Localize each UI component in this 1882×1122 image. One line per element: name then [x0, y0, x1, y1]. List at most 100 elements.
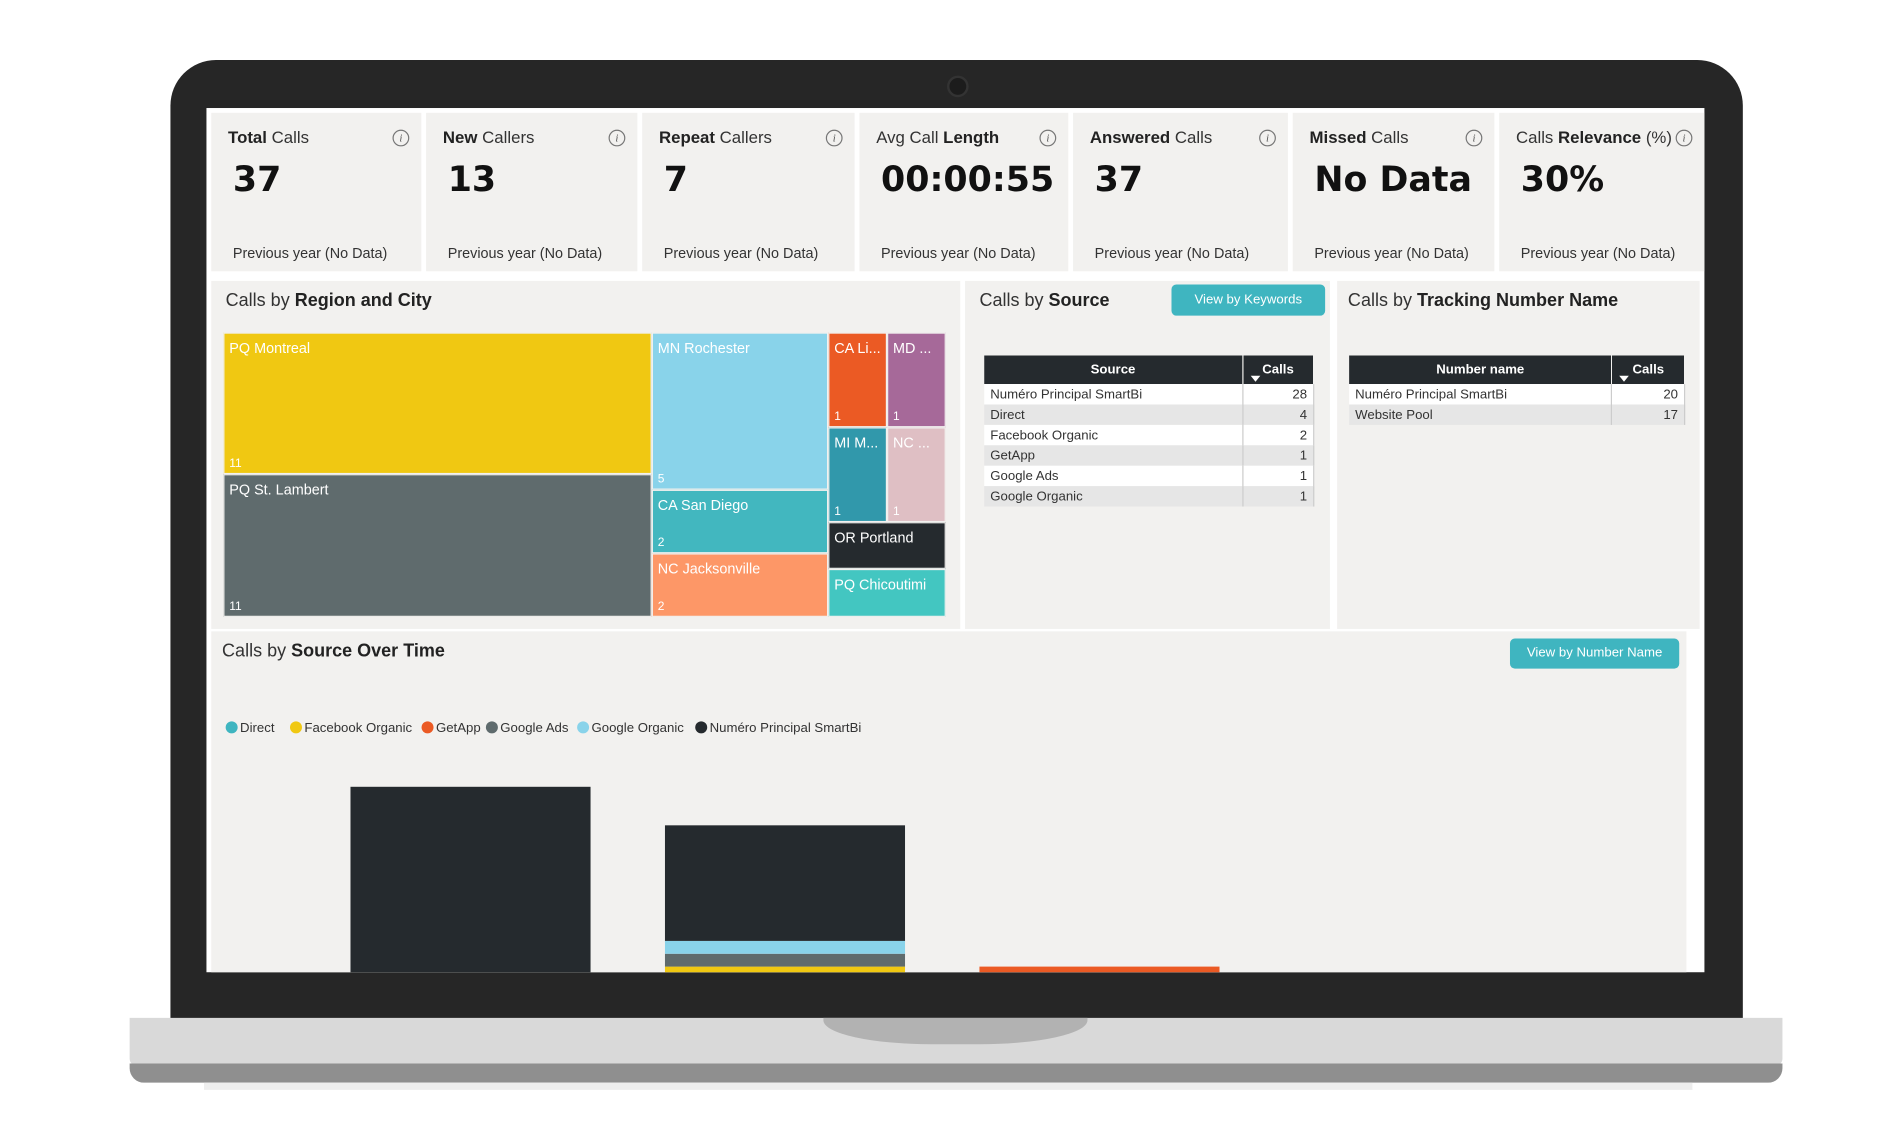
info-icon[interactable]: i [1039, 129, 1057, 147]
source-panel-title: Calls by Source [979, 290, 1110, 311]
kpi-title: Repeat Callers [658, 127, 772, 147]
legend-label: Google Organic [592, 720, 685, 735]
table-cell-calls: 1 [1242, 445, 1315, 466]
kpi-value: 7 [663, 158, 688, 200]
treemap-cell-label: OR Portland [834, 529, 914, 547]
legend-item[interactable]: Numéro Principal SmartBi [695, 720, 861, 735]
column-header[interactable]: Calls [1242, 355, 1315, 385]
info-icon[interactable]: i [608, 129, 626, 147]
treemap-cell-count: 2 [657, 536, 665, 550]
table-cell-calls: 17 [1611, 404, 1686, 425]
treemap-cell[interactable]: PQ Montreal 11 [223, 332, 652, 475]
source-over-time-chart: Direct Facebook Organic GetApp Google Ads Go… [225, 720, 1220, 973]
treemap-cell[interactable]: CA San Diego 2 [651, 489, 829, 554]
source-table: Source Calls Numéro Principal SmartBi 28 … [984, 355, 1315, 507]
kpi-previous-year: Previous year (No Data) [1314, 244, 1469, 262]
treemap-cell-label: CA San Diego [657, 496, 749, 514]
bar-segment[interactable] [664, 953, 906, 967]
bar-segment[interactable] [979, 966, 1220, 973]
legend-item[interactable]: Google Ads [485, 720, 569, 735]
legend-dot [421, 721, 434, 734]
table-row[interactable]: Facebook Organic 2 [984, 424, 1315, 446]
treemap-cell-count: 2 [657, 600, 665, 614]
info-icon[interactable]: i [825, 129, 843, 147]
column-header[interactable]: Source [984, 355, 1243, 385]
bar-segment[interactable] [350, 786, 591, 973]
table-header-row: Source Calls [984, 355, 1315, 385]
treemap-cell-count: 1 [893, 505, 900, 519]
info-icon[interactable]: i [1675, 129, 1693, 147]
treemap-cell[interactable]: CA Li... 1 [828, 332, 888, 428]
info-icon[interactable]: i [1259, 129, 1276, 147]
treemap-cell[interactable]: OR Portland [828, 522, 946, 569]
legend-label: Direct [240, 720, 275, 735]
kpi-title: Calls Relevance (%) [1515, 127, 1672, 147]
table-row[interactable]: Google Ads 1 [984, 465, 1315, 487]
kpi-value: 37 [232, 158, 282, 200]
treemap-cell-count: 11 [229, 600, 242, 614]
treemap-cell[interactable]: MI M... 1 [828, 427, 888, 523]
info-icon[interactable]: i [1465, 129, 1483, 147]
column-header[interactable]: Calls [1611, 355, 1686, 385]
table-row[interactable]: Direct 4 [984, 404, 1315, 425]
kpi-title: Avg Call Length [876, 127, 1000, 147]
treemap-cell-label: PQ St. Lambert [229, 481, 329, 499]
legend-dot [289, 721, 302, 734]
bar-segment[interactable] [664, 940, 906, 954]
legend-dot [695, 721, 708, 734]
kpi-value: 13 [447, 158, 497, 200]
table-cell-name: Direct [984, 404, 1243, 425]
column-header[interactable]: Number name [1349, 355, 1613, 385]
treemap-cell-label: NC ... [893, 434, 930, 452]
kpi-value: 37 [1094, 158, 1144, 200]
kpi-card: Missed Calls i No Data Previous year (No… [1292, 112, 1495, 272]
legend-item[interactable]: GetApp [421, 720, 481, 735]
tracking-panel-title: Calls by Tracking Number Name [1347, 290, 1619, 311]
treemap-cell-count: 1 [893, 410, 900, 424]
source-over-time-panel: Calls by Source Over Time View by Number… [211, 631, 1687, 973]
info-icon[interactable]: i [392, 129, 410, 147]
table-row[interactable]: Numéro Principal SmartBi 20 [1349, 384, 1686, 405]
bar-segment[interactable] [664, 966, 906, 973]
source-panel: Calls by Source View by Keywords Source C… [965, 280, 1330, 629]
table-cell-name: Google Organic [984, 486, 1243, 507]
legend-item[interactable]: Facebook Organic [289, 720, 413, 735]
treemap-cell[interactable]: PQ Chicoutimi [828, 568, 946, 617]
table-cell-calls: 20 [1611, 384, 1686, 405]
legend-item[interactable]: Google Organic [577, 720, 684, 735]
treemap-cell[interactable]: PQ St. Lambert 11 [223, 474, 652, 617]
table-cell-name: Numéro Principal SmartBi [984, 384, 1243, 405]
table-row[interactable]: GetApp 1 [984, 445, 1315, 466]
kpi-title: Total Calls [228, 127, 309, 147]
treemap-cell-label: MN Rochester [657, 339, 750, 357]
camera-icon [947, 75, 969, 98]
table-cell-name: Numéro Principal SmartBi [1349, 384, 1613, 405]
region-treemap: PQ Montreal 11 PQ St. Lambert 11 MN Roches… [223, 332, 946, 617]
treemap-cell-label: NC Jacksonville [657, 560, 761, 578]
legend-dot [225, 721, 238, 734]
legend-item[interactable]: Direct [225, 720, 275, 735]
table-cell-calls: 1 [1242, 465, 1315, 487]
table-cell-name: GetApp [984, 445, 1243, 466]
column-header-label: Calls [1632, 362, 1665, 377]
sort-desc-icon [1619, 375, 1630, 382]
treemap-cell-count: 5 [657, 472, 665, 487]
table-cell-calls: 2 [1242, 424, 1315, 446]
kpi-value: 00:00:55 [881, 158, 1055, 200]
treemap-cell-count: 1 [834, 505, 841, 519]
treemap-cell-count: 1 [834, 410, 841, 424]
bar-segment[interactable] [664, 825, 906, 941]
tracking-number-panel: Calls by Tracking Number Name Number nam… [1337, 280, 1700, 629]
table-row[interactable]: Website Pool 17 [1349, 404, 1686, 425]
treemap-cell[interactable]: MN Rochester 5 [651, 332, 829, 490]
view-by-keywords-button[interactable]: View by Keywords [1171, 284, 1326, 316]
treemap-cell[interactable]: NC ... 1 [887, 427, 946, 523]
region-city-panel: Calls by Region and City PQ Montreal 11 P… [211, 280, 961, 629]
table-row[interactable]: Numéro Principal SmartBi 28 [984, 384, 1315, 405]
treemap-cell[interactable]: NC Jacksonville 2 [651, 553, 829, 617]
table-row[interactable]: Google Organic 1 [984, 486, 1315, 507]
legend-label: GetApp [436, 720, 481, 735]
table-header-row: Number name Calls [1349, 355, 1686, 385]
treemap-cell[interactable]: MD ... 1 [887, 332, 946, 428]
treemap-cell-label: PQ Chicoutimi [834, 576, 927, 593]
